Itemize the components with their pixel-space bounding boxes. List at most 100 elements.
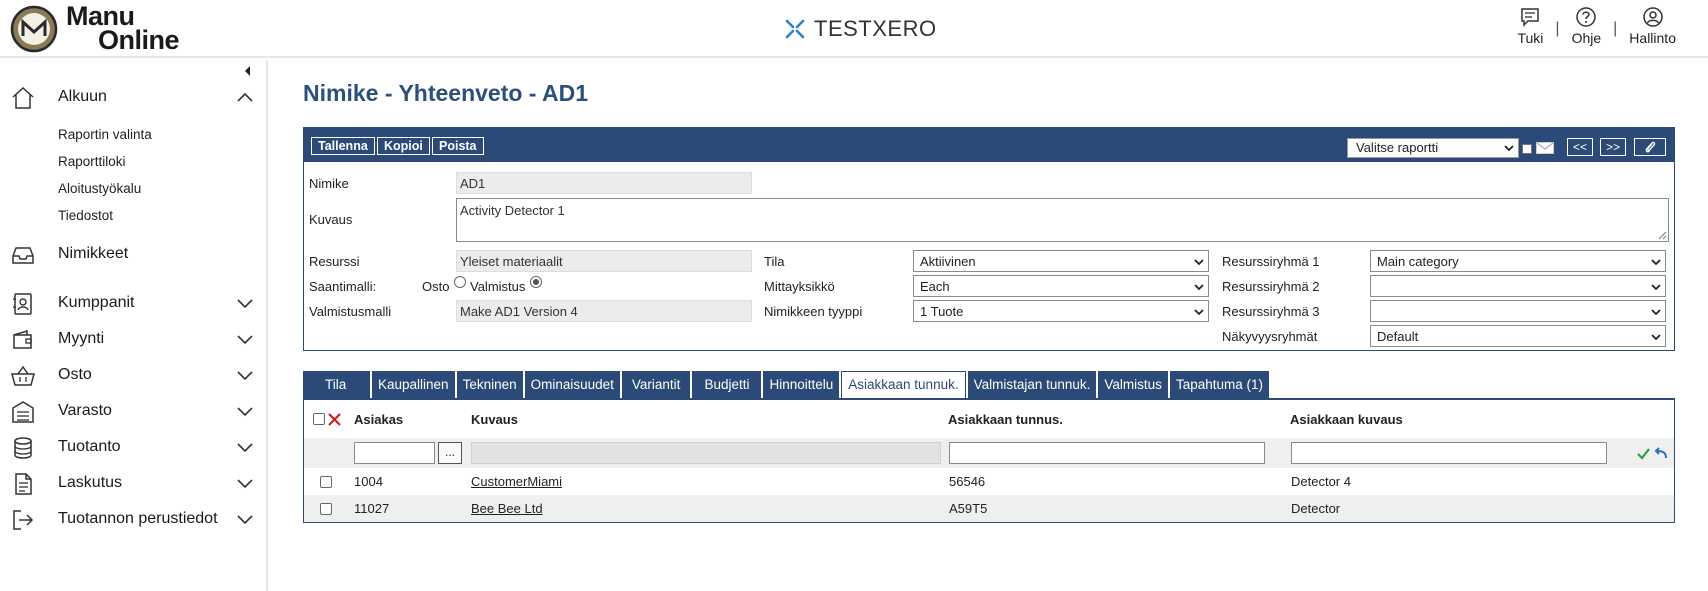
sidebar-subitem-raporttiloki[interactable]: Raporttiloki <box>58 154 126 169</box>
admin-button[interactable]: Hallinto <box>1617 6 1688 46</box>
sidebar-item-laskutus[interactable]: Laskutus <box>0 468 266 498</box>
sidebar-item-label: Kumppanit <box>58 294 135 311</box>
tab-hinnoittelu[interactable]: Hinnoittelu <box>763 371 840 398</box>
manu-online-logo[interactable]: Manu Online <box>10 3 210 54</box>
chevron-down-icon[interactable] <box>236 404 254 418</box>
tyyppi-select[interactable]: 1 Tuote <box>913 300 1209 322</box>
basket-icon <box>11 365 35 386</box>
sidebar-item-myynti[interactable]: Myynti <box>0 324 266 354</box>
chevron-up-icon[interactable] <box>236 90 254 104</box>
tila-value: Aktiivinen <box>920 254 976 269</box>
sidebar-subitem-tiedostot[interactable]: Tiedostot <box>58 208 113 223</box>
valmistus-radio[interactable] <box>530 276 542 288</box>
osto-radio-label: Osto <box>422 279 450 294</box>
report-select[interactable]: Valitse raportti <box>1347 138 1519 158</box>
column-header-asiakkaan-tunnus[interactable]: Asiakkaan tunnus. <box>948 412 1063 427</box>
cell-asiakkaan-kuvaus: Detector 4 <box>1291 474 1351 489</box>
cell-kuvaus-link[interactable]: CustomerMiami <box>471 474 562 489</box>
sidebar-item-osto[interactable]: Osto <box>0 360 266 390</box>
row-checkbox[interactable] <box>320 476 332 488</box>
chevron-down-icon <box>1651 334 1661 341</box>
saantimalli-label: Saantimalli: <box>309 279 377 294</box>
top-bar: Manu Online TESTXERO Tuki | Ohje | Halli… <box>0 0 1708 58</box>
tab-budjetti[interactable]: Budjetti <box>692 371 762 398</box>
resurssiryhma2-select[interactable] <box>1370 275 1666 297</box>
select-all-checkbox[interactable] <box>313 413 325 425</box>
chevron-down-icon[interactable] <box>236 332 254 346</box>
column-header-kuvaus[interactable]: Kuvaus <box>471 412 518 427</box>
tab-tekninen[interactable]: Tekninen <box>456 371 523 398</box>
chevron-down-icon <box>1651 284 1661 291</box>
report-checkbox[interactable] <box>1522 144 1532 154</box>
tab-variantit[interactable]: Variantit <box>621 371 691 398</box>
tab-ominaisuudet[interactable]: Ominaisuudet <box>524 371 620 398</box>
tab-tila[interactable]: Tila <box>303 371 370 398</box>
support-button[interactable]: Tuki <box>1505 6 1555 46</box>
sidebar-item-tuotanto[interactable]: Tuotanto <box>0 432 266 462</box>
row-checkbox[interactable] <box>320 503 332 515</box>
chevron-down-icon[interactable] <box>236 476 254 490</box>
mittayksikko-select[interactable]: Each <box>913 275 1209 297</box>
sidebar-item-alkuun[interactable]: Alkuun <box>0 82 266 112</box>
top-actions: Tuki | Ohje | Hallinto <box>1505 6 1688 46</box>
sidebar-subitem-aloitustyokalu[interactable]: Aloitustyökalu <box>58 181 141 196</box>
tyyppi-label: Nimikkeen tyyppi <box>764 304 863 319</box>
nakyvyysryhmat-select[interactable]: Default <box>1370 325 1666 347</box>
resize-handle-icon[interactable] <box>1657 230 1667 240</box>
save-button[interactable]: Tallenna <box>311 137 375 155</box>
valmistusmalli-field: Make AD1 Version 4 <box>456 300 752 322</box>
chevron-down-icon <box>1194 284 1204 291</box>
help-button[interactable]: Ohje <box>1560 6 1614 46</box>
delete-icon[interactable] <box>328 413 341 426</box>
attachment-button[interactable] <box>1634 138 1666 156</box>
resurssiryhma3-label: Resurssiryhmä 3 <box>1222 304 1320 319</box>
cell-asiakas: 1004 <box>354 474 383 489</box>
tab-tapahtuma[interactable]: Tapahtuma (1) <box>1169 371 1269 398</box>
sidebar-item-varasto[interactable]: Varasto <box>0 396 266 426</box>
asiakkaan-kuvaus-input[interactable] <box>1291 442 1607 464</box>
sidebar-item-label: Tuotannon perustiedot <box>58 510 218 527</box>
sidebar-item-nimikkeet[interactable]: Nimikkeet <box>0 239 266 269</box>
next-button[interactable]: >> <box>1600 138 1626 156</box>
testxero-logo-icon <box>785 19 805 39</box>
delete-button[interactable]: Poista <box>432 137 484 155</box>
tab-valmistus[interactable]: Valmistus <box>1098 371 1168 398</box>
chevron-down-icon[interactable] <box>236 512 254 526</box>
chevron-down-icon <box>1194 309 1204 316</box>
osto-radio[interactable] <box>454 276 466 288</box>
column-header-asiakkaan-kuvaus[interactable]: Asiakkaan kuvaus <box>1290 412 1403 427</box>
mail-icon[interactable] <box>1536 142 1554 154</box>
resurssi-field: Yleiset materiaalit <box>456 250 752 272</box>
tab-kaupallinen[interactable]: Kaupallinen <box>372 371 455 398</box>
report-select-value: Valitse raportti <box>1356 140 1439 155</box>
cell-asiakkaan-kuvaus: Detector <box>1291 501 1341 516</box>
asiakkaan-tunnus-input[interactable] <box>949 442 1265 464</box>
chevron-down-icon[interactable] <box>236 296 254 310</box>
logo-text: Manu Online <box>66 3 180 54</box>
resurssiryhma3-select[interactable] <box>1370 300 1666 322</box>
copy-button[interactable]: Kopioi <box>377 137 430 155</box>
sidebar-item-tuotannon-perustiedot[interactable]: Tuotannon perustiedot <box>0 504 266 534</box>
chat-icon <box>1521 8 1540 27</box>
sidebar-item-kumppanit[interactable]: Kumppanit <box>0 288 266 318</box>
previous-button[interactable]: << <box>1567 138 1593 156</box>
undo-icon[interactable] <box>1654 447 1667 459</box>
sidebar-subitem-raportin-valinta[interactable]: Raportin valinta <box>58 127 152 142</box>
chevron-down-icon[interactable] <box>236 368 254 382</box>
column-header-asiakas[interactable]: Asiakas <box>354 412 403 427</box>
resurssiryhma1-select[interactable]: Main category <box>1370 250 1666 272</box>
accept-icon[interactable] <box>1637 448 1650 460</box>
chevron-down-icon[interactable] <box>236 440 254 454</box>
collapse-sidebar-icon[interactable] <box>240 63 256 79</box>
cell-kuvaus-link[interactable]: Bee Bee Ltd <box>471 501 543 516</box>
exit-icon <box>13 510 34 530</box>
tab-asiakkaan-tunnuk[interactable]: Asiakkaan tunnuk. <box>841 371 966 398</box>
invoice-icon <box>15 473 32 495</box>
kuvaus-textarea[interactable]: Activity Detector 1 <box>456 198 1669 242</box>
table-row: 1004 CustomerMiami 56546 Detector 4 <box>304 468 1674 495</box>
asiakas-input[interactable] <box>354 442 435 464</box>
tila-select[interactable]: Aktiivinen <box>913 250 1209 272</box>
tab-valmistajan-tunnuk[interactable]: Valmistajan tunnuk. <box>967 371 1097 398</box>
customer-lookup-button[interactable]: ... <box>438 442 462 464</box>
item-form: Tallenna Kopioi Poista Valitse raportti … <box>303 127 1675 351</box>
